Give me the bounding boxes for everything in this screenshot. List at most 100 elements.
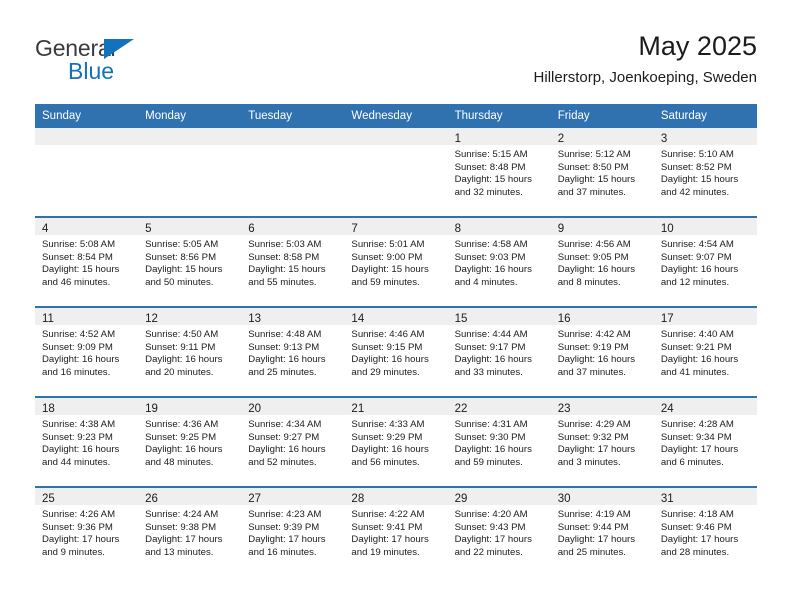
day-number-band: 15 — [447, 308, 551, 325]
day-number-band: 27 — [241, 488, 345, 505]
day-number-band: 31 — [653, 488, 757, 505]
calendar-day-cell[interactable]: 4 Sunrise: 5:08 AM Sunset: 8:54 PM Daylight… — [35, 216, 139, 307]
calendar-day-cell[interactable]: 5 Sunrise: 5:05 AM Sunset: 8:56 PM Daylight… — [138, 216, 242, 307]
calendar-day-cell[interactable]: 29 Sunrise: 4:20 AM Sunset: 9:43 PM Dayligh… — [447, 486, 551, 576]
weekday-header-tuesday: Tuesday — [241, 104, 345, 128]
day-number-band: 4 — [35, 218, 139, 235]
day-detail-line: Sunset: 8:50 PM — [557, 161, 629, 173]
day-detail-line: Sunrise: 5:15 AM — [454, 149, 528, 160]
day-detail-line: Sunset: 9:39 PM — [248, 521, 320, 533]
day-detail-line: and 25 minutes. — [248, 366, 317, 378]
day-details: Sunrise: 4:58 AM Sunset: 9:03 PM Daylight:… — [448, 235, 551, 289]
calendar-week-row: 1 Sunrise: 5:15 AM Sunset: 8:48 PM Daylight… — [35, 128, 757, 217]
day-detail-line: and 41 minutes. — [660, 366, 730, 378]
day-number: 14 — [351, 313, 365, 325]
day-detail-line: Daylight: 16 hours — [248, 444, 326, 456]
day-detail-line: Sunrise: 4:38 AM — [42, 419, 116, 430]
day-detail-line: Daylight: 16 hours — [145, 354, 223, 366]
calendar-day-cell[interactable]: 1 Sunrise: 5:15 AM Sunset: 8:48 PM Daylight… — [447, 128, 551, 217]
calendar-day-cell[interactable]: 25 Sunrise: 4:26 AM Sunset: 9:36 PM Dayligh… — [35, 486, 139, 576]
day-details: Sunrise: 4:40 AM Sunset: 9:21 PM Daylight:… — [654, 325, 757, 379]
calendar-day-cell[interactable]: 31 Sunrise: 4:18 AM Sunset: 9:46 PM Dayligh… — [653, 486, 757, 576]
day-number: 26 — [145, 493, 158, 505]
day-detail-line: Sunrise: 4:46 AM — [351, 329, 425, 340]
calendar-day-cell[interactable]: 21 Sunrise: 4:33 AM Sunset: 9:29 PM Dayligh… — [344, 396, 448, 487]
day-number-band: 6 — [241, 218, 345, 235]
day-detail-line: Sunset: 9:19 PM — [557, 341, 629, 353]
day-detail-line: Sunrise: 4:33 AM — [351, 419, 425, 430]
calendar-day-cell[interactable]: 17 Sunrise: 4:40 AM Sunset: 9:21 PM Dayligh… — [653, 306, 757, 397]
day-number-band: 21 — [344, 398, 448, 415]
day-number: 22 — [454, 403, 468, 415]
day-detail-line: and 33 minutes. — [454, 366, 523, 378]
day-detail-line: Sunset: 9:44 PM — [557, 521, 629, 533]
day-detail-line: Daylight: 15 hours — [454, 174, 532, 186]
calendar-day-cell[interactable]: 30 Sunrise: 4:19 AM Sunset: 9:44 PM Dayligh… — [550, 486, 654, 576]
calendar-day-cell[interactable]: 6 Sunrise: 5:03 AM Sunset: 8:58 PM Daylight… — [241, 216, 345, 307]
day-detail-line: Daylight: 16 hours — [660, 354, 739, 366]
calendar-day-cell[interactable]: 10 Sunrise: 4:54 AM Sunset: 9:07 PM Dayligh… — [653, 216, 757, 307]
calendar-day-cell[interactable]: 14 Sunrise: 4:46 AM Sunset: 9:15 PM Dayligh… — [344, 306, 448, 397]
day-number-band: 16 — [550, 308, 654, 325]
day-number: 11 — [42, 313, 54, 325]
day-detail-line: and 48 minutes. — [145, 456, 214, 468]
calendar-day-cell[interactable]: 22 Sunrise: 4:31 AM Sunset: 9:30 PM Dayligh… — [447, 396, 551, 487]
day-number: 9 — [557, 223, 565, 235]
calendar-day-cell[interactable]: 20 Sunrise: 4:34 AM Sunset: 9:27 PM Dayligh… — [241, 396, 345, 487]
day-detail-line: Daylight: 17 hours — [42, 534, 120, 546]
day-detail-line: Sunset: 9:25 PM — [145, 431, 217, 443]
day-detail-line: Sunrise: 4:56 AM — [557, 239, 631, 250]
day-number-band: 18 — [35, 398, 139, 415]
calendar-day-cell[interactable]: 8 Sunrise: 4:58 AM Sunset: 9:03 PM Daylight… — [447, 216, 551, 307]
calendar-day-cell[interactable]: 27 Sunrise: 4:23 AM Sunset: 9:39 PM Dayligh… — [241, 486, 345, 576]
day-number: 24 — [660, 403, 674, 415]
logo-text-blue: Blue — [68, 58, 115, 84]
calendar-week-row: 18 Sunrise: 4:38 AM Sunset: 9:23 PM Dayligh… — [35, 396, 757, 487]
calendar-day-cell[interactable]: 9 Sunrise: 4:56 AM Sunset: 9:05 PM Daylight… — [550, 216, 654, 307]
calendar-day-cell[interactable]: 26 Sunrise: 4:24 AM Sunset: 9:38 PM Dayligh… — [138, 486, 242, 576]
day-number-band: 17 — [653, 308, 757, 325]
calendar-day-cell[interactable]: 12 Sunrise: 4:50 AM Sunset: 9:11 PM Dayligh… — [138, 306, 242, 397]
calendar-day-cell[interactable]: 24 Sunrise: 4:28 AM Sunset: 9:34 PM Dayligh… — [653, 396, 757, 487]
day-details: Sunrise: 4:22 AM Sunset: 9:41 PM Daylight:… — [344, 505, 447, 559]
calendar-week-row: 25 Sunrise: 4:26 AM Sunset: 9:36 PM Dayligh… — [35, 486, 757, 576]
day-detail-line: Daylight: 17 hours — [454, 534, 532, 546]
calendar-day-cell[interactable]: 16 Sunrise: 4:42 AM Sunset: 9:19 PM Dayligh… — [550, 306, 654, 397]
logo-text-general: General — [35, 35, 116, 61]
calendar-day-cell[interactable]: 2 Sunrise: 5:12 AM Sunset: 8:50 PM Daylight… — [550, 128, 654, 217]
calendar-day-cell[interactable]: 15 Sunrise: 4:44 AM Sunset: 9:17 PM Dayligh… — [447, 306, 551, 397]
generalblue-logo: General Blue — [35, 36, 235, 88]
calendar-day-cell[interactable]: 13 Sunrise: 4:48 AM Sunset: 9:13 PM Dayligh… — [241, 306, 345, 397]
calendar-day-cell[interactable]: 7 Sunrise: 5:01 AM Sunset: 9:00 PM Daylight… — [344, 216, 448, 307]
day-detail-line: and 25 minutes. — [557, 546, 626, 558]
page-title: May 2025 — [638, 31, 757, 61]
calendar-day-cell[interactable]: 3 Sunrise: 5:10 AM Sunset: 8:52 PM Daylight… — [653, 128, 757, 217]
day-detail-line: Sunrise: 4:31 AM — [454, 419, 528, 430]
day-detail-line: Sunrise: 4:58 AM — [454, 239, 528, 250]
day-detail-line: Sunset: 9:21 PM — [660, 341, 732, 353]
calendar-day-cell[interactable]: 23 Sunrise: 4:29 AM Sunset: 9:32 PM Dayligh… — [550, 396, 654, 487]
day-detail-line: Daylight: 15 hours — [351, 264, 429, 276]
day-number-band: 24 — [653, 398, 757, 415]
day-number-band — [35, 128, 139, 145]
day-detail-line: Sunset: 9:03 PM — [454, 251, 526, 263]
logo-triangle-icon — [104, 39, 134, 59]
weekday-header-sunday: Sunday — [35, 104, 139, 128]
calendar-body: 1 Sunrise: 5:15 AM Sunset: 8:48 PM Daylight… — [35, 128, 757, 576]
calendar-day-cell[interactable]: 11 Sunrise: 4:52 AM Sunset: 9:09 PM Dayligh… — [35, 306, 139, 397]
calendar-day-cell[interactable]: 28 Sunrise: 4:22 AM Sunset: 9:41 PM Dayligh… — [344, 486, 448, 576]
day-detail-line: Sunset: 9:38 PM — [145, 521, 217, 533]
day-number: 31 — [660, 493, 674, 505]
day-details: Sunrise: 5:05 AM Sunset: 8:56 PM Daylight:… — [138, 235, 241, 289]
calendar-day-cell[interactable]: 19 Sunrise: 4:36 AM Sunset: 9:25 PM Dayligh… — [138, 396, 242, 487]
day-details: Sunrise: 4:23 AM Sunset: 9:39 PM Daylight:… — [241, 505, 344, 559]
day-number-band: 1 — [447, 128, 551, 145]
day-detail-line: and 32 minutes. — [454, 186, 523, 198]
day-details: Sunrise: 4:36 AM Sunset: 9:25 PM Daylight:… — [138, 415, 241, 469]
calendar-day-cell-empty — [344, 128, 448, 217]
day-detail-line: and 56 minutes. — [351, 456, 420, 468]
day-detail-line: Sunrise: 4:23 AM — [248, 509, 322, 520]
calendar-page: General Blue May 2025 Hillerstorp, Joenk… — [0, 0, 792, 612]
calendar-day-cell[interactable]: 18 Sunrise: 4:38 AM Sunset: 9:23 PM Dayligh… — [35, 396, 139, 487]
calendar-day-cell-empty — [35, 128, 139, 217]
